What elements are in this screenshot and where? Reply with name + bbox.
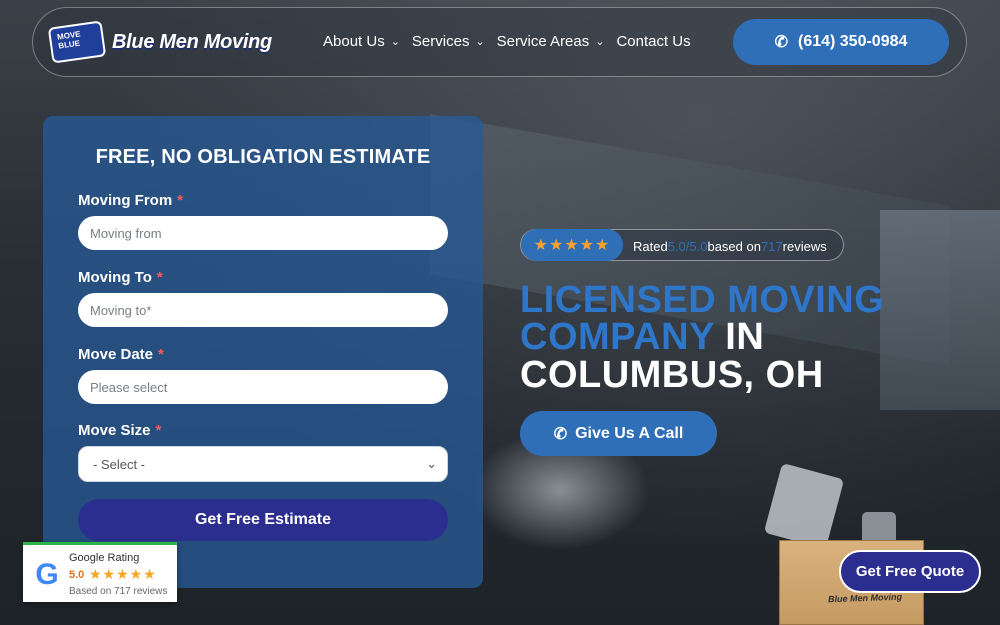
phone-icon: ✆ (774, 34, 788, 51)
chevron-down-icon: ⌄ (426, 456, 437, 471)
moving-box-label: Blue Men Moving (827, 591, 903, 605)
nav-label: About Us (323, 33, 385, 50)
chevron-down-icon: ⌄ (475, 36, 485, 48)
move-date-label: Move Date * (78, 346, 164, 363)
chevron-down-icon: ⌄ (390, 36, 400, 48)
nav-services[interactable]: Services ⌄ (412, 33, 485, 50)
logo-text: Blue Men Moving (112, 30, 272, 53)
hero-headline-line2: COMPANY IN (520, 316, 765, 358)
move-size-select[interactable]: - Select - ⌄ (78, 446, 448, 482)
background-house (880, 210, 1000, 410)
moving-to-label: Moving To * (78, 269, 163, 286)
google-rating-score: 5.0 (69, 569, 85, 581)
rating-text: Rated5.0/5.0based on717reviews (633, 239, 827, 254)
logo-badge-text: MOVE BLUE (56, 29, 82, 51)
star-rating-icon: ★★★★★ (89, 566, 157, 582)
get-free-quote-button[interactable]: Get Free Quote (839, 550, 981, 593)
moving-from-input[interactable]: Moving from (78, 216, 448, 250)
main-nav: About Us ⌄ Services ⌄ Service Areas ⌄ Co… (323, 33, 703, 50)
nav-service-areas[interactable]: Service Areas ⌄ (497, 33, 605, 50)
nav-label: Contact Us (616, 33, 691, 50)
logo[interactable]: MOVE BLUE Blue Men Moving (47, 20, 272, 64)
get-free-estimate-button[interactable]: Get Free Estimate (78, 499, 448, 541)
google-review-count: Based on 717 reviews (69, 586, 168, 597)
call-button-label: Give Us A Call (575, 424, 684, 442)
moving-to-input[interactable]: Moving to* (78, 293, 448, 327)
phone-number: (614) 350-0984 (797, 33, 908, 50)
nav-label: Services (411, 33, 470, 50)
nav-label: Service Areas (496, 33, 590, 50)
google-rating-title: Google Rating (69, 552, 140, 564)
moving-from-label: Moving From * (78, 192, 184, 209)
move-date-input[interactable]: Please select (78, 370, 448, 404)
nav-about-us[interactable]: About Us ⌄ (323, 33, 400, 50)
form-title: FREE, NO OBLIGATION ESTIMATE (95, 146, 431, 168)
rating-pill: ★★★★★ Rated5.0/5.0based on717reviews (520, 229, 844, 261)
star-rating-icon: ★★★★★ (521, 229, 623, 261)
phone-button[interactable]: ✆ (614) 350-0984 (733, 19, 949, 65)
move-size-label: Move Size * (78, 422, 162, 439)
phone-icon: ✆ (553, 425, 568, 443)
estimate-form: FREE, NO OBLIGATION ESTIMATE Moving From… (43, 116, 483, 588)
chevron-down-icon: ⌄ (595, 36, 605, 48)
google-rating-badge[interactable]: G Google Rating 5.0 ★★★★★ Based on 717 r… (23, 542, 177, 602)
google-g-icon: G (35, 558, 59, 591)
give-us-a-call-button[interactable]: ✆ Give Us A Call (520, 411, 717, 456)
nav-contact-us[interactable]: Contact Us (616, 33, 690, 50)
hero-headline-line3: COLUMBUS, OH (520, 354, 824, 396)
logo-badge-icon: MOVE BLUE (47, 20, 107, 64)
